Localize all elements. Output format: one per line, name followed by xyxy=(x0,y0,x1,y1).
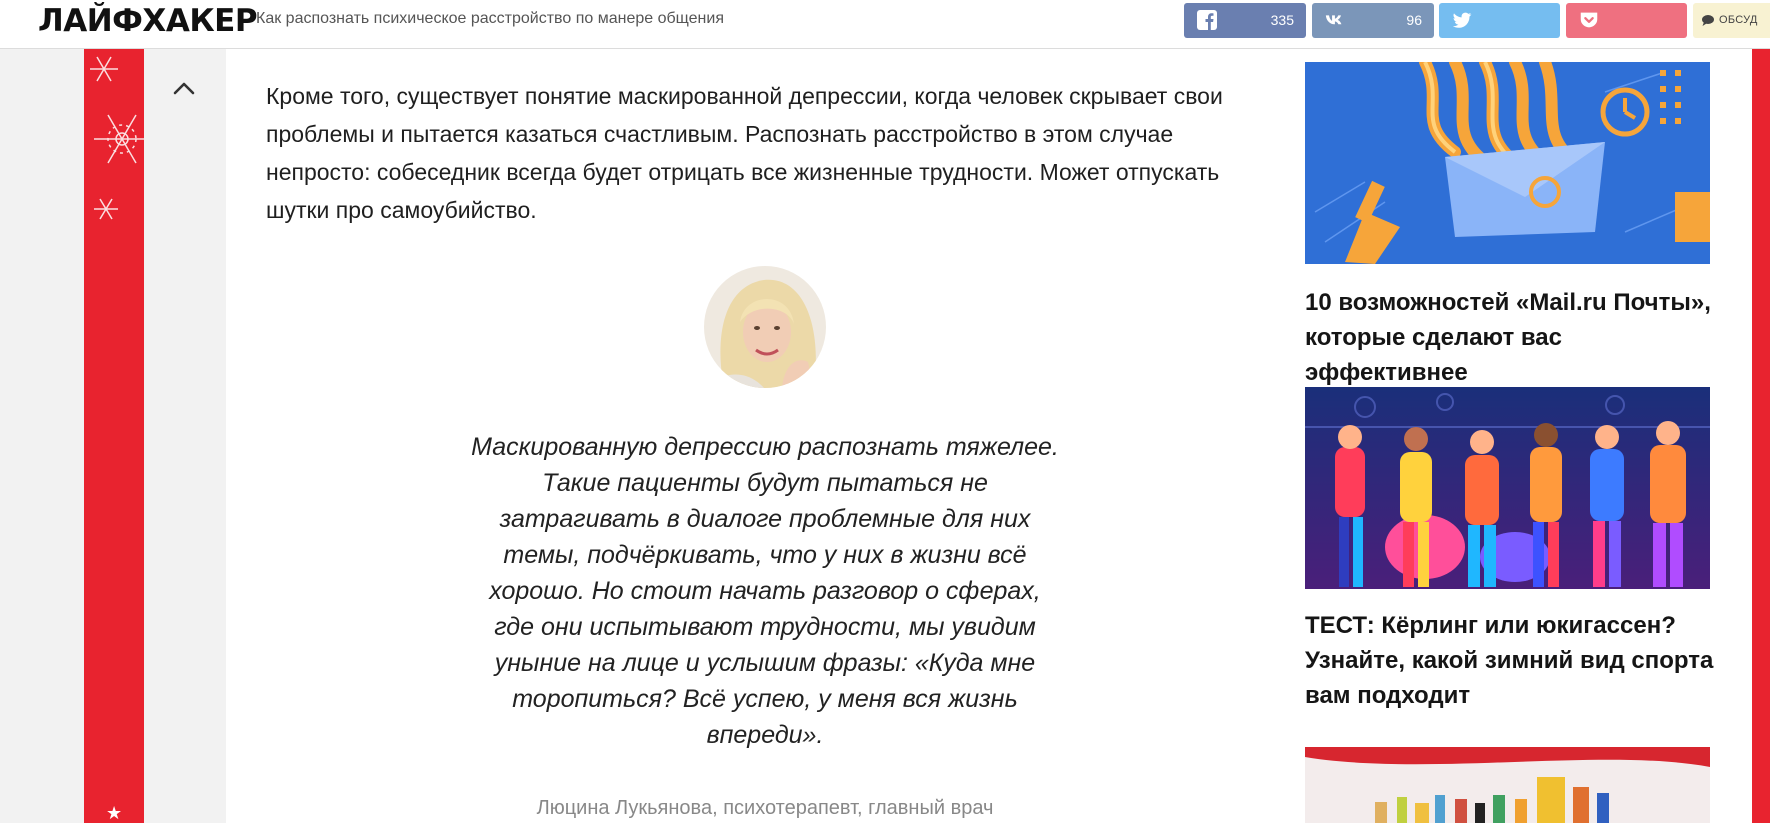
twitter-icon xyxy=(1452,12,1472,28)
expert-avatar xyxy=(704,266,826,388)
snowflake-decoration: ★ xyxy=(90,56,144,823)
left-gutter xyxy=(144,49,226,823)
share-pocket-button[interactable] xyxy=(1566,3,1687,38)
sidebar-card-2-title[interactable]: ТЕСТ: Кёрлинг или юкигассен? Узнайте, ка… xyxy=(1305,608,1725,713)
comment-icon xyxy=(1702,15,1714,26)
vk-share-count: 96 xyxy=(1406,12,1422,28)
sidebar-card-1-image[interactable] xyxy=(1305,62,1710,264)
site-logo[interactable]: ЛАЙФХАКЕР xyxy=(38,3,258,39)
expert-quote: Маскированную депрессию распознать тяжел… xyxy=(471,433,1059,749)
share-twitter-button[interactable] xyxy=(1439,3,1560,38)
article-title: Как распознать психическое расстройство … xyxy=(256,10,724,27)
chevron-up-icon xyxy=(173,82,195,95)
right-decor-banner xyxy=(1752,49,1770,823)
top-bar: ЛАЙФХАКЕР Как распознать психическое рас… xyxy=(0,0,1770,49)
pocket-icon xyxy=(1580,12,1598,28)
facebook-share-count: 335 xyxy=(1270,12,1294,28)
vk-icon xyxy=(1325,15,1342,25)
sidebar-card-1-title[interactable]: 10 возможностей «Mail.ru Почты», которые… xyxy=(1305,285,1725,390)
facebook-icon xyxy=(1197,10,1217,31)
scroll-up-button[interactable] xyxy=(168,72,200,104)
discuss-button[interactable]: ОБСУД xyxy=(1693,3,1770,38)
article-paragraph: Кроме того, существует понятие маскирова… xyxy=(266,83,1223,223)
svg-text:★: ★ xyxy=(106,803,122,823)
share-vk-button[interactable]: 96 xyxy=(1312,3,1434,38)
discuss-label: ОБСУД xyxy=(1719,14,1758,26)
quote-author: Люцина Лукьянова, психотерапевт, главный… xyxy=(536,797,994,819)
left-decor-banner: ★ xyxy=(84,49,144,823)
share-facebook-button[interactable]: 335 xyxy=(1184,3,1306,38)
sidebar-card-3-image[interactable] xyxy=(1305,747,1710,823)
sidebar-card-2-image[interactable] xyxy=(1305,387,1710,589)
